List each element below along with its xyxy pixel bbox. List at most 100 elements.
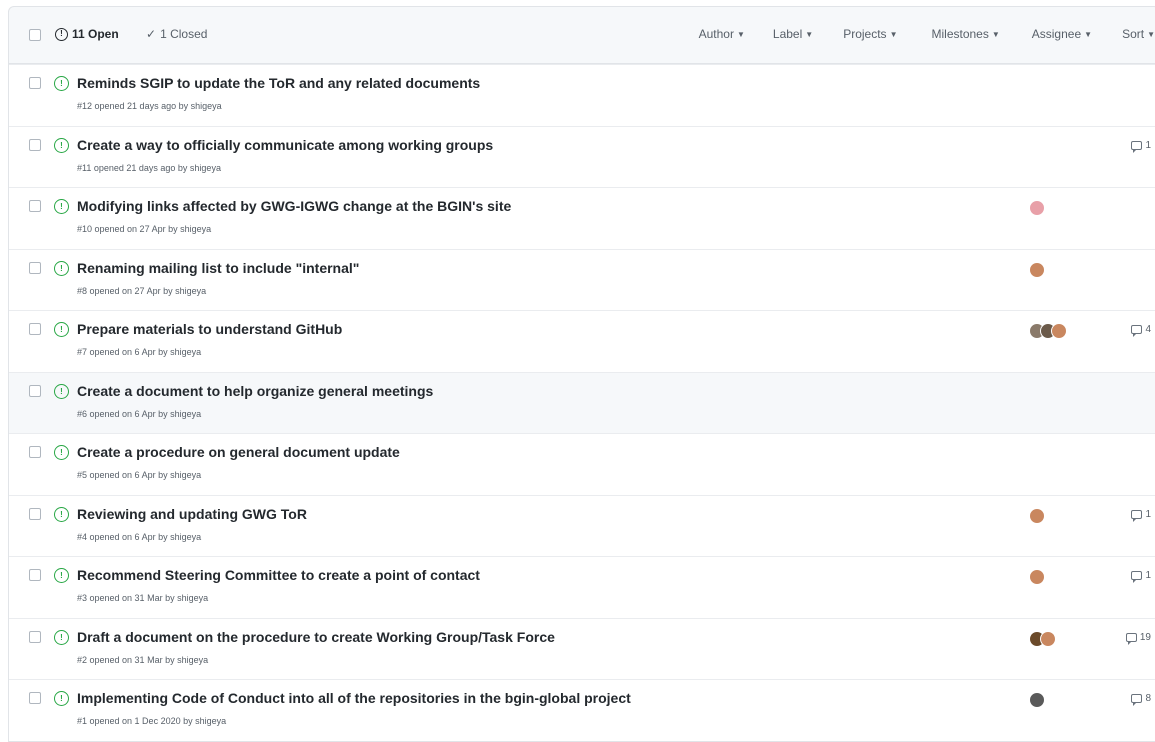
filter-assignee[interactable]: Assignee ▼ [1032,27,1092,41]
issue-title-link[interactable]: Recommend Steering Committee to create a… [77,567,480,583]
issue-meta: #5 opened on 6 Apr by shigeya [77,470,202,480]
issue-opened-icon: ! [54,691,69,706]
issue-checkbox[interactable] [29,446,41,458]
closed-issues-tab[interactable]: ✓ 1 Closed [146,27,207,41]
comment-count-link[interactable]: 19 [1125,631,1151,645]
issue-checkbox[interactable] [29,507,41,520]
comment-icon [1131,571,1143,583]
caret-down-icon: ▼ [889,29,898,39]
comment-count: 19 [1139,631,1151,643]
avatar[interactable] [1029,569,1045,585]
issue-row[interactable]: ! Prepare materials to understand GitHub #… [9,310,1155,372]
issue-title-link[interactable]: Create a procedure on general document u… [77,444,400,460]
comment-icon [1125,632,1137,645]
issue-title-link[interactable]: Reminds SGIP to update the ToR and any r… [77,75,480,91]
open-count-label: 11 Open [72,27,119,41]
comment-icon [1131,694,1143,706]
issue-title-link[interactable]: Implementing Code of Conduct into all of… [77,690,631,706]
assignee-avatars [1029,200,1045,216]
select-all-checkbox[interactable] [29,29,41,41]
comment-count: 1 [1145,508,1151,520]
comment-icon [1131,325,1143,337]
issue-opened-icon: ! [54,445,69,460]
sort-dropdown[interactable]: Sort ▼ [1122,27,1155,41]
avatar[interactable] [1040,630,1056,647]
avatar[interactable] [1029,507,1045,524]
issue-meta: #6 opened on 6 Apr by shigeya [77,408,202,419]
assignee-avatars [1029,569,1045,585]
comment-count-link[interactable]: 1 [1131,570,1151,583]
issue-row[interactable]: ! Implementing Code of Conduct into all o… [9,679,1155,741]
open-issues-tab[interactable]: ! 11 Open [55,27,119,41]
issue-title-link[interactable]: Prepare materials to understand GitHub [77,321,342,337]
issue-checkbox[interactable] [29,384,41,397]
issue-checkbox[interactable] [29,77,41,89]
issue-meta: #1 opened on 1 Dec 2020 by shigeya [77,716,227,726]
issue-meta: #11 opened 21 days ago by shigeya [77,162,221,173]
issue-meta: #12 opened 21 days ago by shigeya [77,101,222,111]
issue-title-link[interactable]: Create a way to officially communicate a… [77,137,493,153]
issue-opened-icon: ! [54,76,69,91]
comment-count: 1 [1145,139,1151,151]
issue-opened-icon: ! [54,199,69,214]
issue-title-link[interactable]: Renaming mailing list to include "intern… [77,260,359,276]
issues-header: ! 11 Open ✓ 1 Closed Author ▼ Label ▼ Proj… [8,6,1155,64]
issue-opened-icon: ! [54,322,69,337]
issue-opened-icon: ! [55,27,68,41]
comment-count-link[interactable]: 4 [1131,324,1151,337]
comment-count-link[interactable]: 1 [1131,139,1151,153]
issue-list: ! Reminds SGIP to update the ToR and any … [8,64,1155,742]
issue-row[interactable]: ! Draft a document on the procedure to cr… [9,617,1155,680]
caret-down-icon: ▼ [1084,29,1093,39]
issue-row[interactable]: ! Create a way to officially communicate … [9,125,1155,188]
filter-bar: Author ▼ Label ▼ Projects ▼ Milestones ▼ Ass… [699,27,1155,41]
issue-row[interactable]: ! Reminds SGIP to update the ToR and any … [9,64,1155,126]
issue-meta: #3 opened on 31 Mar by shigeya [77,593,209,603]
issue-meta: #7 opened on 6 Apr by shigeya [77,347,202,357]
issue-checkbox[interactable] [29,138,41,151]
issue-checkbox[interactable] [29,200,41,212]
comment-count: 4 [1145,324,1151,335]
avatar[interactable] [1029,692,1045,708]
issue-opened-icon: ! [54,506,69,522]
filter-author[interactable]: Author ▼ [699,27,745,41]
issue-checkbox[interactable] [29,323,41,335]
issue-title-link[interactable]: Draft a document on the procedure to cre… [77,629,555,645]
comment-count-link[interactable]: 8 [1131,693,1151,706]
comment-count: 1 [1145,570,1151,581]
caret-down-icon: ▼ [736,29,745,39]
avatar[interactable] [1051,323,1067,339]
assignee-avatars [1029,630,1056,647]
issue-opened-icon: ! [54,629,69,645]
issue-checkbox[interactable] [29,630,41,643]
caret-down-icon: ▼ [991,29,1000,39]
filter-label[interactable]: Label ▼ [773,27,813,41]
issue-title-link[interactable]: Create a document to help organize gener… [77,383,433,399]
issue-title-link[interactable]: Modifying links affected by GWG-IGWG cha… [77,198,511,214]
issue-row[interactable]: ! Recommend Steering Committee to create … [9,556,1155,618]
issue-opened-icon: ! [54,383,69,399]
issue-row[interactable]: ! Modifying links affected by GWG-IGWG ch… [9,187,1155,249]
comment-icon [1131,140,1143,153]
filter-milestones[interactable]: Milestones ▼ [931,27,999,41]
comment-icon [1131,509,1143,522]
caret-down-icon: ▼ [1147,29,1155,39]
assignee-avatars [1029,507,1045,524]
filter-projects[interactable]: Projects ▼ [843,27,897,41]
assignee-avatars [1029,323,1067,339]
assignee-avatars [1029,261,1045,278]
issue-meta: #4 opened on 6 Apr by shigeya [77,531,202,542]
issue-row[interactable]: ! Reviewing and updating GWG ToR #4 opened… [9,494,1155,557]
issue-row[interactable]: ! Renaming mailing list to include "inter… [9,248,1155,311]
issue-row[interactable]: ! Create a procedure on general document … [9,433,1155,495]
comment-count-link[interactable]: 1 [1131,508,1151,522]
issue-checkbox[interactable] [29,261,41,274]
issue-row[interactable]: ! Create a document to help organize gene… [9,371,1155,433]
avatar[interactable] [1029,261,1045,278]
issue-opened-icon: ! [54,137,69,153]
issue-checkbox[interactable] [29,569,41,581]
issue-checkbox[interactable] [29,692,41,704]
avatar[interactable] [1029,200,1045,216]
issue-title-link[interactable]: Reviewing and updating GWG ToR [77,506,307,522]
issues-box: ! 11 Open ✓ 1 Closed Author ▼ Label ▼ Proj… [8,6,1155,742]
